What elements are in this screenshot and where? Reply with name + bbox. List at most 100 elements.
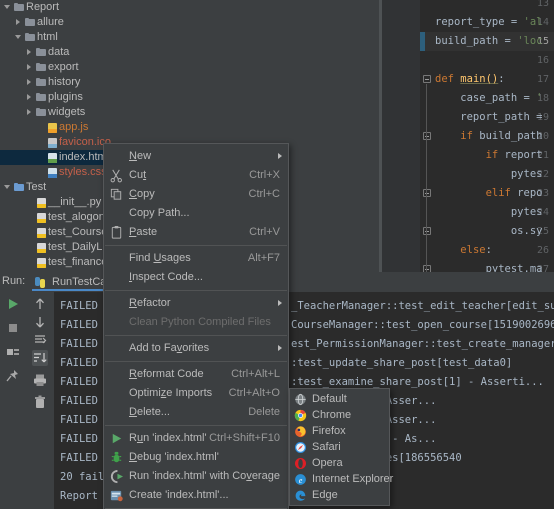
browser-item-internet-explorer[interactable]: e Internet Explorer xyxy=(290,471,393,487)
tree-item-label: styles.css xyxy=(59,166,107,178)
line-number: 17 xyxy=(536,74,549,85)
browser-item-chrome[interactable]: Chrome xyxy=(290,407,389,423)
fold-toggle-icon[interactable] xyxy=(423,70,432,89)
menu-item-label: Find Usages xyxy=(129,252,191,264)
menu-item-copy-path[interactable]: Copy Path... xyxy=(104,204,288,223)
chevron-right-icon[interactable] xyxy=(26,105,35,120)
layout-icon[interactable] xyxy=(5,344,21,360)
menu-item-refactor[interactable]: Refactor xyxy=(104,294,288,313)
chevron-down-icon[interactable] xyxy=(4,180,13,195)
menu-item-paste[interactable]: Paste Ctrl+V xyxy=(104,223,288,242)
menu-item-run-index-html-with-coverage[interactable]: Run 'index.html' with Coverage xyxy=(104,467,288,486)
menu-item-find-usages[interactable]: Find Usages Alt+F7 xyxy=(104,249,288,268)
menu-item-label: Copy xyxy=(129,188,155,200)
code-line: def main(): xyxy=(435,73,505,85)
editor-gutter[interactable] xyxy=(379,0,420,272)
chevron-right-icon[interactable] xyxy=(15,15,24,30)
line-modified-marker xyxy=(420,32,425,51)
chevron-right-icon[interactable] xyxy=(26,45,35,60)
fold-toggle-icon[interactable] xyxy=(423,222,432,241)
chevron-down-icon[interactable] xyxy=(15,30,24,45)
code-line: pytes xyxy=(435,206,543,218)
menu-item-run-index-html[interactable]: Run 'index.html' Ctrl+Shift+F10 xyxy=(104,429,288,448)
cut-icon xyxy=(109,168,124,183)
run-toolbar-secondary[interactable] xyxy=(26,292,54,509)
rerun-icon[interactable] xyxy=(5,296,21,312)
up-arrow-icon[interactable] xyxy=(32,296,48,312)
tree-item-app-js[interactable]: app.js xyxy=(0,120,182,135)
menu-item-add-to-favorites[interactable]: Add to Favorites xyxy=(104,339,288,358)
line-number: 13 xyxy=(536,0,549,9)
browser-item-edge[interactable]: Edge xyxy=(290,487,389,503)
run-toolbar-primary[interactable] xyxy=(0,292,26,509)
fold-toggle-icon[interactable] xyxy=(423,260,432,272)
ide-window: Report allure html data export history plugins… xyxy=(0,0,554,509)
menu-item-delete[interactable]: Delete... Delete xyxy=(104,403,288,422)
menu-item-optimize-imports[interactable]: Optimize Imports Ctrl+Alt+O xyxy=(104,384,288,403)
pin-icon[interactable] xyxy=(5,368,21,384)
menu-item-label: Refactor xyxy=(129,297,171,309)
context-menu[interactable]: New Cut Ctrl+X Copy Ctrl+C Copy Path... Paste C… xyxy=(103,143,289,509)
code-editor[interactable]: 13 14 report_type = 'al 15 build_path = 'loc… xyxy=(379,0,554,272)
menu-separator xyxy=(105,290,287,291)
run-icon xyxy=(109,431,124,446)
stop-icon[interactable] xyxy=(5,320,21,336)
tree-item-label: test_Course xyxy=(48,226,108,238)
sort-icon[interactable] xyxy=(32,350,48,366)
chevron-right-icon[interactable] xyxy=(26,75,35,90)
tree-item-label: index.html xyxy=(59,151,110,163)
browser-item-label: Opera xyxy=(312,457,343,469)
tree-item-label: export xyxy=(48,61,79,73)
console-line-continuation: :test_update_share_post[test_data0] xyxy=(291,357,513,369)
menu-item-create-index-html[interactable]: Create 'index.html'... xyxy=(104,486,288,505)
menu-item-label: Create 'index.html'... xyxy=(129,489,229,501)
print-icon[interactable] xyxy=(32,372,48,388)
browser-item-default[interactable]: Default xyxy=(290,391,389,407)
code-line: if report xyxy=(485,149,543,161)
menu-separator xyxy=(105,335,287,336)
tree-item-label: history xyxy=(48,76,81,88)
tree-item-label: __init__.py xyxy=(48,196,102,208)
fold-toggle-icon[interactable] xyxy=(423,127,432,146)
tree-item-history[interactable]: history xyxy=(0,75,182,90)
open-in-browser-submenu[interactable]: Default Chrome Firefox Safari Opera e Internet… xyxy=(289,388,393,506)
tree-item-widgets[interactable]: widgets xyxy=(0,105,182,120)
menu-item-label: Optimize Imports xyxy=(129,387,213,399)
folder-icon xyxy=(35,60,48,75)
create-config-icon xyxy=(109,488,124,503)
down-arrow-icon[interactable] xyxy=(32,314,48,330)
line-number: 16 xyxy=(536,55,549,66)
chevron-right-icon[interactable] xyxy=(26,90,35,105)
menu-item-inspect-code[interactable]: Inspect Code... xyxy=(104,268,288,287)
tree-item-export[interactable]: export xyxy=(0,60,182,75)
tree-item-report[interactable]: Report xyxy=(0,0,182,15)
menu-item-new[interactable]: New xyxy=(104,147,288,166)
browser-item-firefox[interactable]: Firefox xyxy=(290,423,389,439)
menu-item-debug-index-html[interactable]: Debug 'index.html' xyxy=(104,448,288,467)
tree-item-allure[interactable]: allure xyxy=(0,15,182,30)
code-line: pytes xyxy=(435,168,543,180)
chevron-down-icon[interactable] xyxy=(4,0,13,15)
trash-icon[interactable] xyxy=(32,394,48,410)
menu-item-copy[interactable]: Copy Ctrl+C xyxy=(104,185,288,204)
menu-item-label: Run 'index.html' xyxy=(129,432,207,444)
menu-item-label: Clean Python Compiled Files xyxy=(129,316,271,328)
collapse-all-icon[interactable] xyxy=(32,332,48,348)
menu-item-cut[interactable]: Cut Ctrl+X xyxy=(104,166,288,185)
tree-item-plugins[interactable]: plugins xyxy=(0,90,182,105)
tree-item-data[interactable]: data xyxy=(0,45,182,60)
browser-item-opera[interactable]: Opera xyxy=(290,455,389,471)
menu-item-reformat-code[interactable]: Reformat Code Ctrl+Alt+L xyxy=(104,365,288,384)
folder-icon xyxy=(35,75,48,90)
chevron-right-icon[interactable] xyxy=(26,60,35,75)
fold-toggle-icon[interactable] xyxy=(423,184,432,203)
browser-item-safari[interactable]: Safari xyxy=(290,439,389,455)
tree-item-html[interactable]: html xyxy=(0,30,182,45)
submenu-arrow-icon xyxy=(278,300,282,306)
